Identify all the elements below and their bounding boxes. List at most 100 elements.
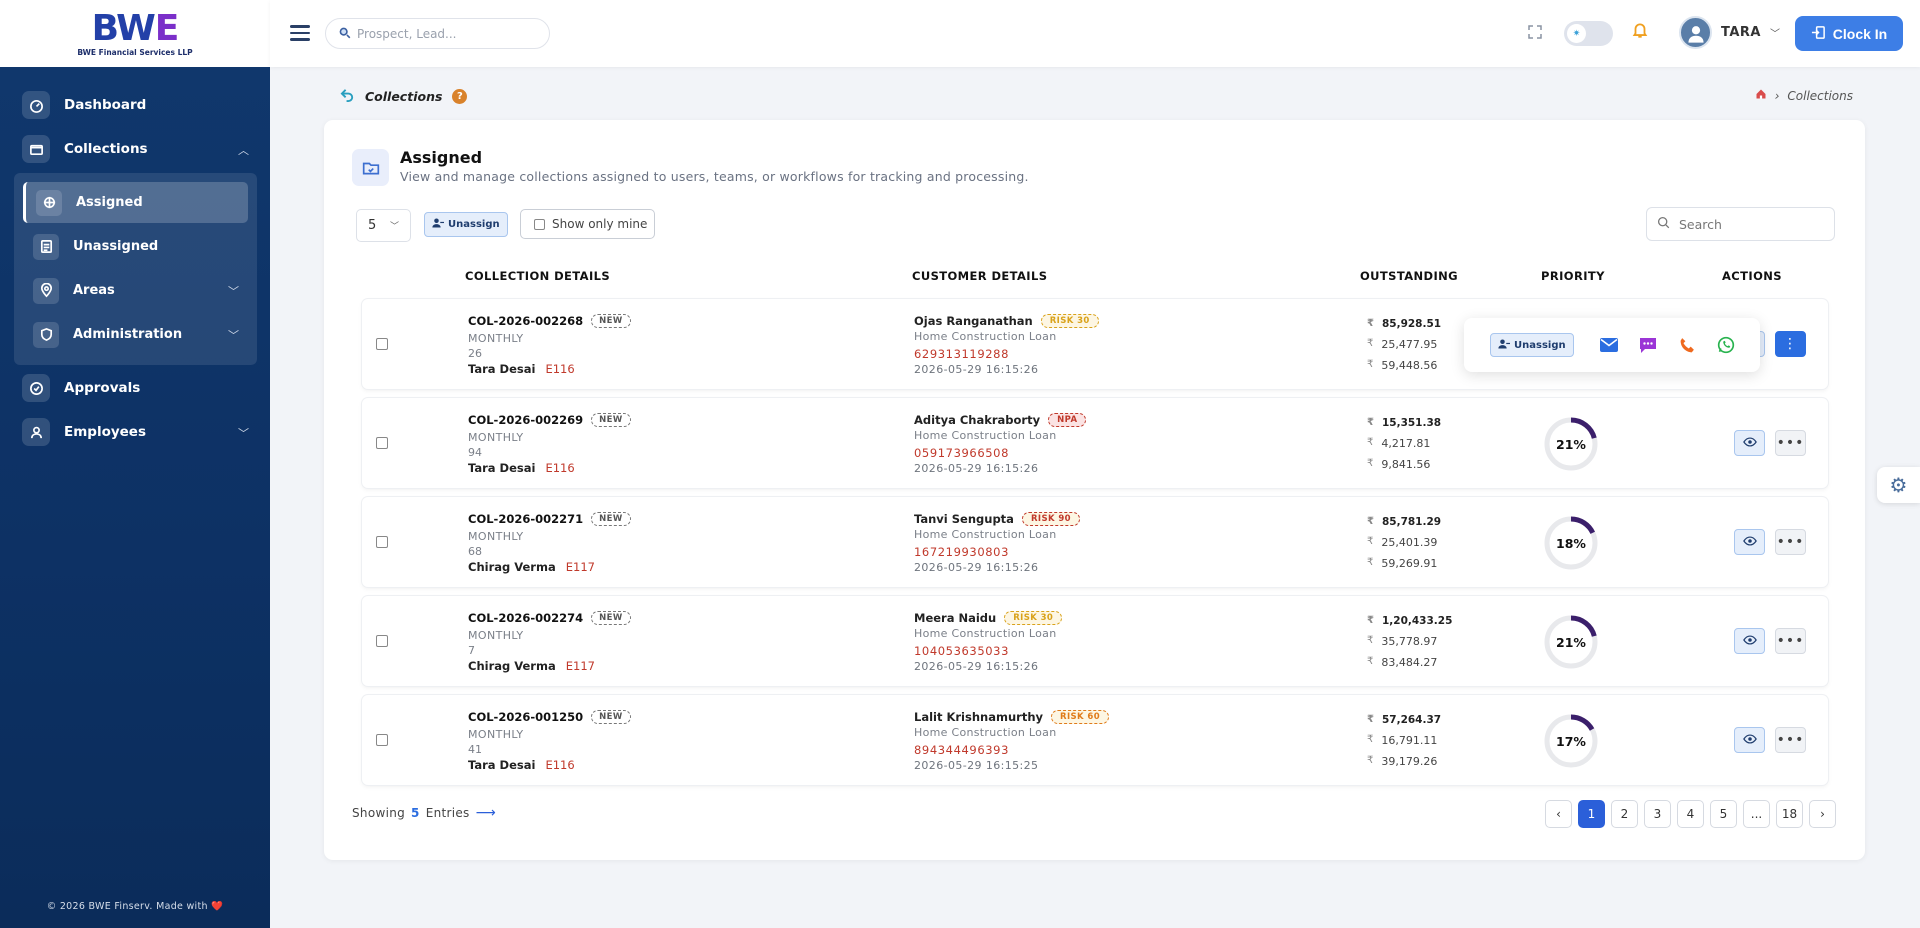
sidebar-item-administration[interactable]: Administration [23,314,248,355]
page-2-button[interactable]: 2 [1611,800,1638,828]
whatsapp-icon[interactable] [1707,333,1746,357]
header-actions: ACTIONS [1722,269,1782,283]
priority-value: 21% [1556,436,1586,452]
dashboard-icon [22,91,50,119]
page-4-button[interactable]: 4 [1677,800,1704,828]
sms-icon[interactable] [1629,333,1668,357]
sidebar-item-label: Dashboard [64,97,147,113]
outstanding-total: ₹57,264.37 [1367,714,1441,726]
user-minus-icon [1498,338,1510,353]
rupee-icon: ₹ [1367,734,1374,745]
eye-icon [1742,436,1757,450]
created-date: 2026-05-29 16:15:26 [914,462,1039,475]
page-ellipsis-button[interactable]: ... [1743,800,1770,828]
chevron-down-icon[interactable]: ﹀ [228,327,239,343]
account-number[interactable]: 629313119288 [914,347,1009,361]
theme-toggle[interactable]: ✷ [1564,21,1613,46]
sidebar-item-label: Collections [64,141,148,157]
pagination: ‹ 1 2 3 4 5... 18 › [1545,800,1836,828]
table-search[interactable] [1646,207,1835,241]
view-button[interactable] [1734,628,1765,654]
mail-icon[interactable] [1590,333,1629,357]
global-search-input[interactable] [357,26,537,41]
view-button[interactable] [1734,430,1765,456]
sidebar-item-collections[interactable]: Collections [22,135,148,163]
settings-gear-icon[interactable]: ⚙ [1877,467,1920,503]
back-icon[interactable] [340,87,355,105]
chevron-down-icon[interactable]: ﹀ [238,425,249,441]
phone-icon[interactable] [1668,333,1707,357]
created-date: 2026-05-29 16:15:26 [914,660,1039,673]
more-options-button[interactable]: ⋮ [1775,331,1806,357]
more-horizontal-icon: ••• [1776,534,1805,550]
check-circle-icon [22,374,50,402]
user-menu[interactable]: TARA ﹀ [1679,16,1780,49]
header-priority: PRIORITY [1541,269,1605,283]
sidebar-item-employees[interactable]: Employees [22,418,146,446]
bell-icon[interactable] [1631,21,1649,44]
collection-id-text: COL-2026-002269 [468,413,584,427]
customer: Ojas Ranganathan RISK 30 [914,314,1099,328]
sidebar-item-label: Assigned [76,195,143,210]
home-icon[interactable] [1755,88,1767,103]
popover-unassign-button[interactable]: Unassign [1490,333,1574,357]
collection-count: 7 [468,644,475,657]
customer-name: Ojas Ranganathan [914,314,1033,328]
view-button[interactable] [1734,727,1765,753]
eye-icon [1742,535,1757,549]
page-3-button[interactable]: 3 [1644,800,1671,828]
collection-frequency: MONTHLY [468,530,524,543]
sidebar-item-unassigned[interactable]: Unassigned [23,226,248,267]
global-search[interactable] [325,18,550,49]
page-18-button[interactable]: 18 [1776,800,1803,828]
sidebar-item-label: Unassigned [73,239,159,254]
logo[interactable]: BWE BWE Financial Services LLP [0,0,270,67]
row-checkbox[interactable] [376,734,388,746]
table-row[interactable]: COL-2026-002271 NEW MONTHLY 68 Chirag Ver… [362,497,1828,587]
more-options-button[interactable]: ••• [1775,727,1806,753]
show-only-mine-checkbox[interactable] [534,218,545,230]
account-number[interactable]: 167219930803 [914,545,1009,559]
more-options-button[interactable]: ••• [1775,430,1806,456]
sidebar-item-areas[interactable]: Areas [23,270,248,311]
chevron-up-icon[interactable]: ︿ [238,142,249,158]
unassign-button[interactable]: Unassign [424,212,508,237]
more-options-button[interactable]: ••• [1775,628,1806,654]
account-number[interactable]: 894344496393 [914,743,1009,757]
row-checkbox[interactable] [376,635,388,647]
sidebar-item-dashboard[interactable]: Dashboard [22,91,146,119]
next-page-button[interactable]: › [1809,800,1836,828]
page-1-button[interactable]: 1 [1578,800,1605,828]
prev-page-button[interactable]: ‹ [1545,800,1572,828]
account-number[interactable]: 104053635033 [914,644,1009,658]
page-5-button[interactable]: 5 [1710,800,1737,828]
loan-type: Home Construction Loan [914,627,1057,640]
chevron-down-icon: ﹀ [1770,29,1780,40]
per-page-select[interactable]: 5 ﹀ [356,209,411,242]
table-row[interactable]: COL-2026-001250 NEW MONTHLY 41 Tara Desai… [362,695,1828,785]
view-button[interactable] [1734,529,1765,555]
menu-icon[interactable] [290,21,310,43]
agent-code: E117 [565,659,595,673]
account-number[interactable]: 059173966508 [914,446,1009,460]
row-checkbox[interactable] [376,338,388,350]
status-badge: NEW [591,512,631,526]
help-icon[interactable]: ? [452,88,468,104]
row-checkbox[interactable] [376,536,388,548]
table-row[interactable]: COL-2026-002269 NEW MONTHLY 94 Tara Desai… [362,398,1828,488]
fullscreen-icon[interactable] [1527,24,1543,40]
more-options-button[interactable]: ••• [1775,529,1806,555]
table-search-input[interactable] [1679,216,1819,232]
amount-value: 4,217.81 [1381,437,1431,450]
entries-summary: Showing 5 Entries ⟶ [352,805,496,821]
amount-value: 15,351.38 [1381,417,1442,429]
show-only-mine-toggle[interactable]: Show only mine [520,209,655,239]
sidebar-item-approvals[interactable]: Approvals [22,374,140,402]
row-checkbox[interactable] [376,437,388,449]
created-date: 2026-05-29 16:15:26 [914,561,1039,574]
rupee-icon: ₹ [1367,656,1374,667]
clock-in-button[interactable]: Clock In [1795,16,1903,51]
table-row[interactable]: COL-2026-002274 NEW MONTHLY 7 Chirag Verm… [362,596,1828,686]
chevron-down-icon[interactable]: ﹀ [228,283,239,299]
sidebar-item-assigned[interactable]: Assigned [23,182,248,223]
